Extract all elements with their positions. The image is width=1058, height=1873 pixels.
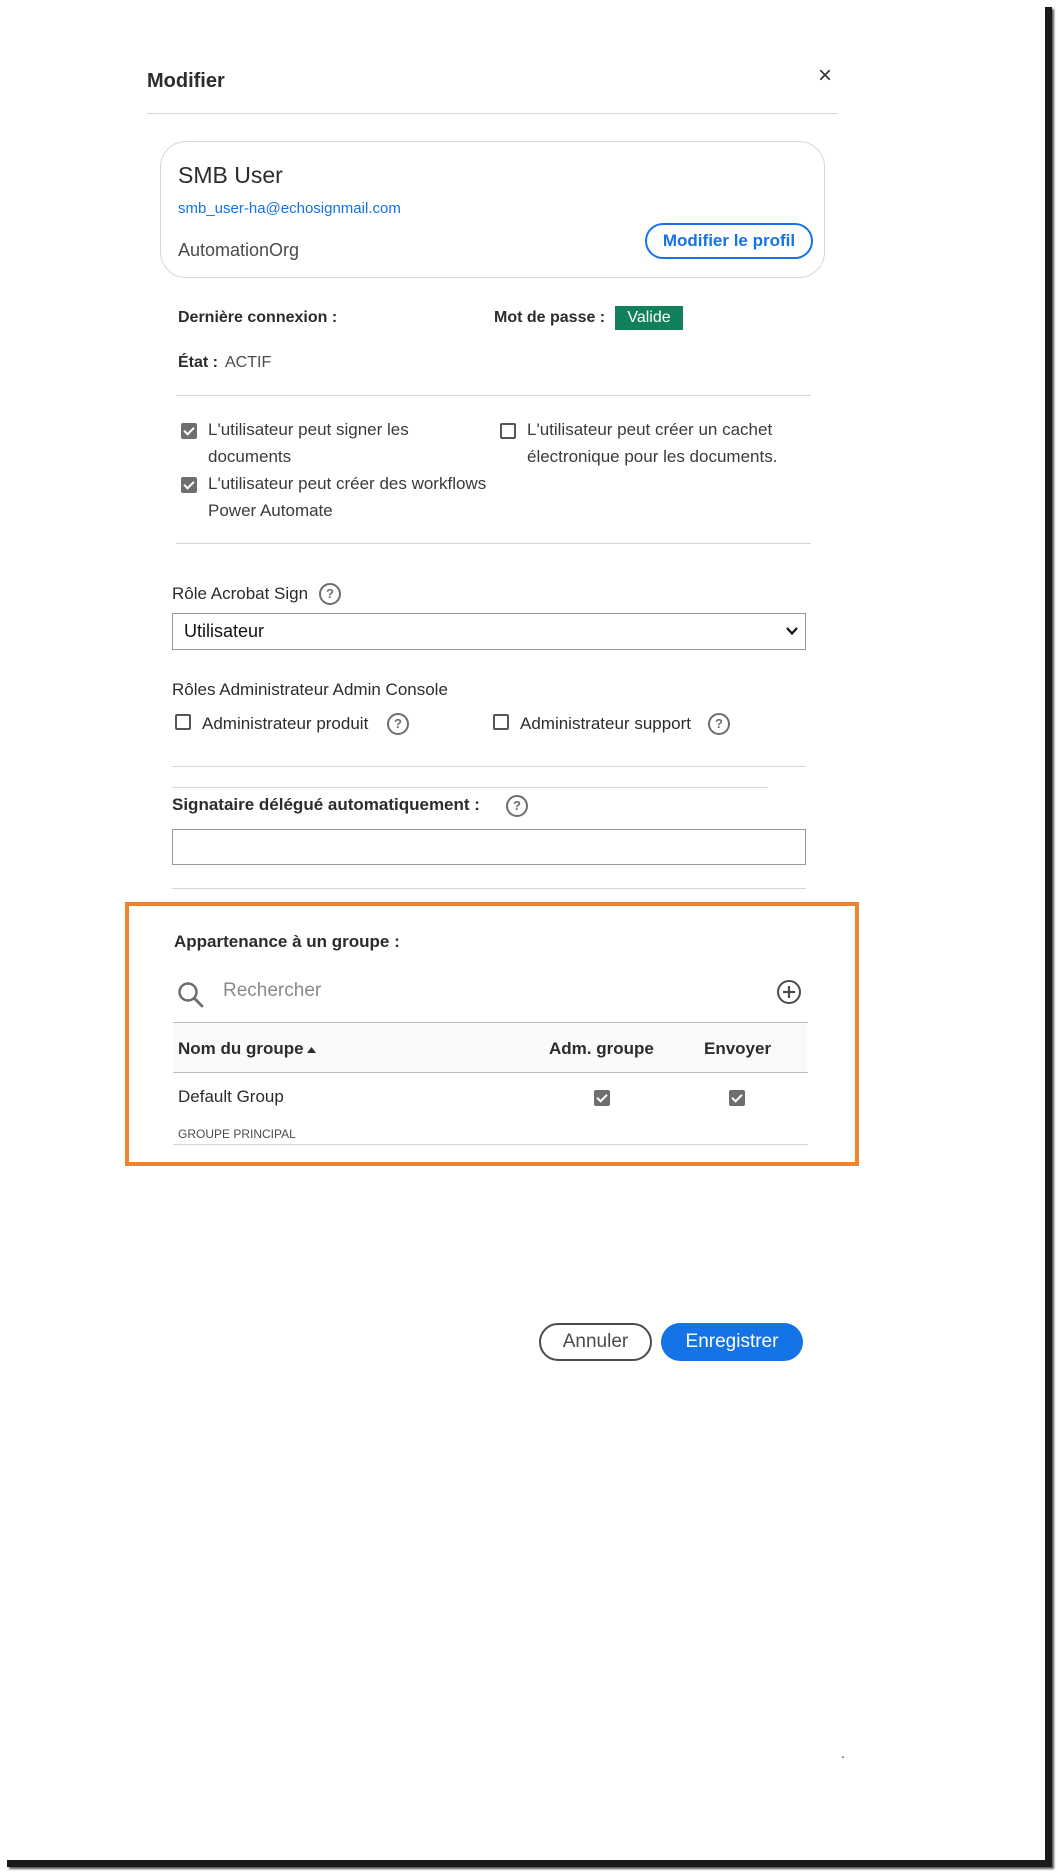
delegate-input[interactable] xyxy=(172,829,806,865)
status-divider xyxy=(176,395,811,396)
role-help-icon[interactable]: ? xyxy=(319,583,341,605)
permission-seal-checkbox[interactable] xyxy=(500,423,516,439)
user-org: AutomationOrg xyxy=(178,240,300,260)
table-top-border xyxy=(173,1022,808,1023)
user-name: SMB User xyxy=(178,162,283,188)
header-divider xyxy=(147,113,838,114)
admin-support-checkbox[interactable] xyxy=(493,714,509,730)
admin-divider xyxy=(172,766,806,767)
admin-roles-label: Rôles Administrateur Admin Console xyxy=(172,680,448,699)
permissions-divider xyxy=(176,543,811,544)
add-circle-icon[interactable] xyxy=(776,979,802,1005)
admin-product-help-icon[interactable]: ? xyxy=(387,713,409,735)
primary-group-tag: GROUPE PRINCIPAL xyxy=(178,1127,296,1141)
delegate-divider xyxy=(172,888,806,889)
search-icon xyxy=(178,982,204,1008)
permission-sign-label: L'utilisateur peut signer les documents xyxy=(208,420,409,466)
admin-divider-2 xyxy=(172,787,768,788)
admin-support-label: Administrateur support xyxy=(520,714,692,733)
table-row-border xyxy=(173,1144,808,1145)
group-admin-checkbox[interactable] xyxy=(594,1090,610,1106)
admin-support-help-icon[interactable]: ? xyxy=(708,713,730,735)
table-header-border xyxy=(173,1072,808,1073)
permission-power-automate-label: L'utilisateur peut créer des workflows Po… xyxy=(208,474,487,520)
group-search-input[interactable]: Rechercher xyxy=(223,980,321,1002)
permission-power-automate-checkbox[interactable] xyxy=(181,477,197,493)
role-select[interactable]: Utilisateur xyxy=(172,613,806,650)
state-label: État : xyxy=(178,354,218,371)
permission-seal-label: L'utilisateur peut créer un cachet électr… xyxy=(527,420,778,466)
group-name-cell: Default Group xyxy=(178,1087,284,1106)
column-group-name[interactable]: Nom du groupe xyxy=(178,1039,304,1059)
state-value: ACTIF xyxy=(225,354,272,371)
stray-dot: . xyxy=(841,1745,845,1761)
last-login-label: Dernière connexion : xyxy=(178,309,338,326)
delegate-label: Signataire délégué automatiquement : xyxy=(172,795,480,814)
delegate-help-icon[interactable]: ? xyxy=(506,795,528,817)
column-send: Envoyer xyxy=(704,1039,772,1058)
role-select-value: Utilisateur xyxy=(184,621,265,641)
page-sheet: Modifier × SMB User smb_user-ha@echosign… xyxy=(0,0,1045,1860)
password-status-badge: Valide xyxy=(615,306,683,330)
password-label: Mot de passe : xyxy=(494,309,606,326)
sort-ascending-icon[interactable] xyxy=(306,1046,317,1054)
close-icon[interactable]: × xyxy=(818,64,832,88)
dialog-title: Modifier xyxy=(147,70,225,92)
chevron-down-icon xyxy=(786,627,798,636)
admin-product-checkbox[interactable] xyxy=(175,714,191,730)
cancel-button[interactable]: Annuler xyxy=(539,1323,652,1361)
permission-sign-checkbox[interactable] xyxy=(181,423,197,439)
column-group-admin: Adm. groupe xyxy=(549,1039,654,1058)
save-button[interactable]: Enregistrer xyxy=(661,1323,803,1361)
group-membership-label: Appartenance à un groupe : xyxy=(174,932,400,951)
user-email-link[interactable]: smb_user-ha@echosignmail.com xyxy=(178,200,401,217)
edit-profile-button[interactable]: Modifier le profil xyxy=(645,223,813,259)
role-label: Rôle Acrobat Sign xyxy=(172,584,309,603)
admin-product-label: Administrateur produit xyxy=(202,714,369,733)
group-send-checkbox[interactable] xyxy=(729,1090,745,1106)
